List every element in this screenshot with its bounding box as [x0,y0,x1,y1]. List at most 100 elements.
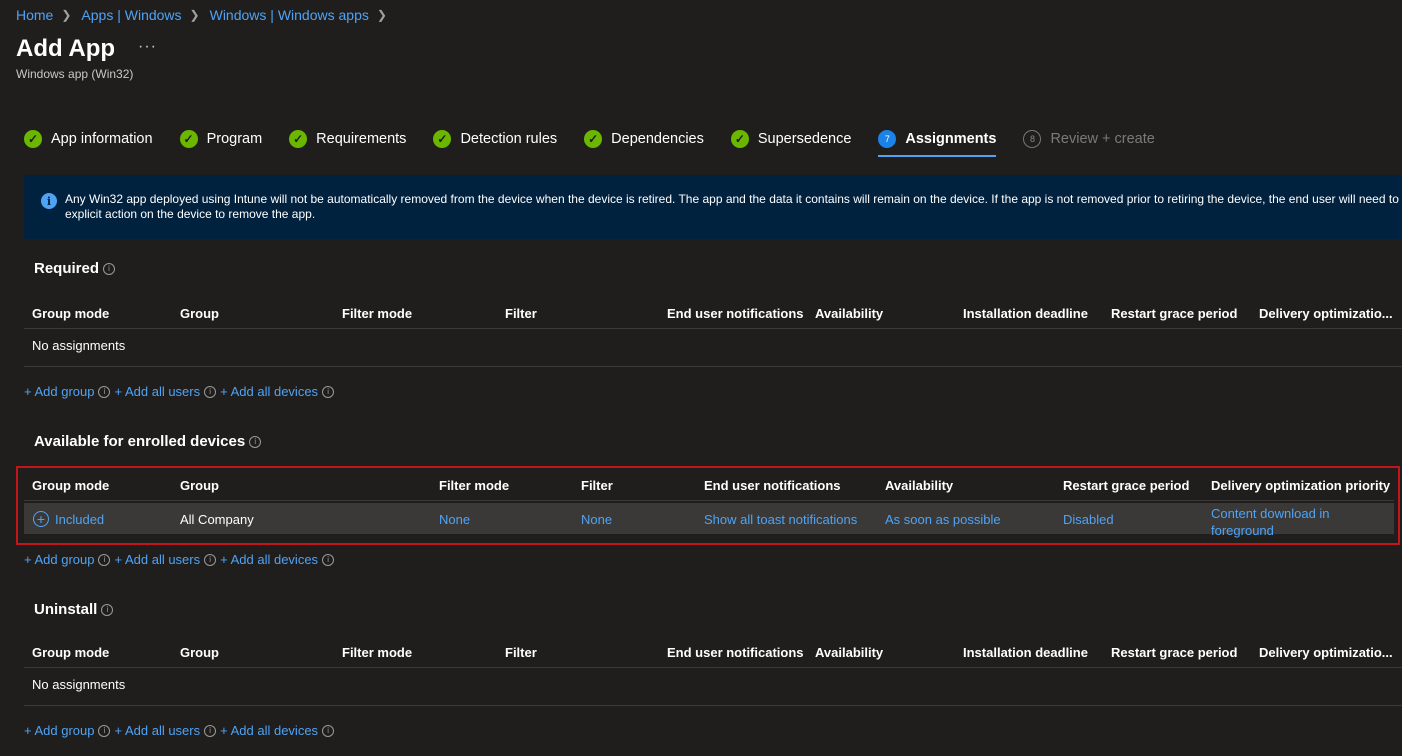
filter-mode-link[interactable]: None [439,512,470,527]
uninstall-table-header: Group mode Group Filter mode Filter End … [24,637,1402,668]
breadcrumb-home[interactable]: Home [16,7,53,23]
col-filter[interactable]: Filter [505,306,537,321]
checkmark-icon: ✓ [289,130,308,148]
col-group-mode[interactable]: Group mode [32,306,109,321]
available-table-header: Group mode Group Filter mode Filter End … [24,470,1394,501]
step-label: Dependencies [611,131,704,147]
add-group-button[interactable]: + Add group [24,723,94,738]
col-end-user-notifications[interactable]: End user notifications [704,478,841,493]
section-title-available: Available for enrolled devices i [34,433,262,450]
info-tooltip-icon[interactable]: i [204,553,217,566]
notifications-link[interactable]: Show all toast notifications [704,512,857,527]
breadcrumb: Home ❯ Apps | Windows ❯ Windows | Window… [16,7,397,23]
required-add-links: + Add group i + Add all users i + Add al… [24,384,338,399]
add-group-button[interactable]: + Add group [24,384,94,399]
step-review-create[interactable]: 8 Review + create [1023,128,1155,150]
add-circle-icon[interactable]: + [33,511,49,527]
divider [24,705,1402,706]
info-tooltip-icon[interactable]: i [103,262,116,275]
section-title-uninstall: Uninstall i [34,601,114,618]
step-label: Program [206,131,263,147]
col-delivery-optimization-priority[interactable]: Delivery optimization priority [1211,478,1390,493]
col-filter-mode[interactable]: Filter mode [439,478,509,493]
add-all-devices-button[interactable]: + Add all devices [220,723,318,738]
info-banner: i Any Win32 app deployed using Intune wi… [24,175,1402,239]
restart-grace-link[interactable]: Disabled [1063,512,1114,527]
add-all-users-button[interactable]: + Add all users [114,384,200,399]
info-tooltip-icon[interactable]: i [98,724,111,737]
chevron-right-icon: ❯ [376,8,387,22]
add-group-button[interactable]: + Add group [24,552,94,567]
col-restart-grace-period[interactable]: Restart grace period [1063,478,1189,493]
more-options-icon[interactable]: ··· [138,38,157,56]
info-tooltip-icon[interactable]: i [249,435,262,448]
chevron-right-icon: ❯ [61,8,72,22]
step-program[interactable]: ✓ Program [179,128,263,150]
info-tooltip-icon[interactable]: i [204,385,217,398]
uninstall-add-links: + Add group i + Add all users i + Add al… [24,723,338,738]
step-detection-rules[interactable]: ✓ Detection rules [433,128,557,150]
section-title-text: Available for enrolled devices [34,433,246,450]
step-label: Review + create [1050,131,1155,147]
col-end-user-notifications[interactable]: End user notifications [667,645,804,660]
add-all-devices-button[interactable]: + Add all devices [220,552,318,567]
col-group[interactable]: Group [180,478,219,493]
step-label: App information [51,131,153,147]
step-supersedence[interactable]: ✓ Supersedence [730,128,851,150]
col-filter[interactable]: Filter [505,645,537,660]
col-group-mode[interactable]: Group mode [32,478,109,493]
info-tooltip-icon[interactable]: i [322,553,335,566]
add-all-users-button[interactable]: + Add all users [114,723,200,738]
col-installation-deadline[interactable]: Installation deadline [963,306,1088,321]
checkmark-icon: ✓ [24,130,42,148]
step-assignments[interactable]: 7 Assignments [878,128,997,157]
breadcrumb-apps-windows[interactable]: Apps | Windows [81,7,181,23]
delivery-priority-link[interactable]: Content download in foreground [1211,505,1361,539]
step-number-icon: 8 [1023,130,1042,148]
info-banner-text: Any Win32 app deployed using Intune will… [65,192,1402,221]
group-value: All Company [180,512,254,527]
available-add-links: + Add group i + Add all users i + Add al… [24,552,338,567]
col-restart-grace-period[interactable]: Restart grace period [1111,306,1237,321]
col-filter-mode[interactable]: Filter mode [342,645,412,660]
step-label: Requirements [316,131,407,147]
table-row[interactable]: + Included All Company None None Show al… [24,503,1394,538]
info-tooltip-icon[interactable]: i [322,385,335,398]
info-tooltip-icon[interactable]: i [98,553,111,566]
step-requirements[interactable]: ✓ Requirements [289,128,406,150]
col-availability[interactable]: Availability [815,306,883,321]
col-availability[interactable]: Availability [885,478,953,493]
section-title-required: Required i [34,260,116,277]
group-mode-link[interactable]: Included [55,512,104,527]
required-empty-message: No assignments [32,338,126,353]
availability-link[interactable]: As soon as possible [885,512,1001,527]
col-availability[interactable]: Availability [815,645,883,660]
col-filter-mode[interactable]: Filter mode [342,306,412,321]
step-label: Detection rules [460,131,558,147]
col-delivery-optimization[interactable]: Delivery optimizatio... [1259,645,1393,660]
info-tooltip-icon[interactable]: i [322,724,335,737]
wizard-steps: ✓ App information ✓ Program ✓ Requiremen… [24,128,1182,157]
add-all-users-button[interactable]: + Add all users [114,552,200,567]
col-end-user-notifications[interactable]: End user notifications [667,306,804,321]
filter-link[interactable]: None [581,512,612,527]
col-installation-deadline[interactable]: Installation deadline [963,645,1088,660]
col-group-mode[interactable]: Group mode [32,645,109,660]
info-tooltip-icon[interactable]: i [204,724,217,737]
checkmark-icon: ✓ [584,130,603,148]
divider [24,366,1402,367]
col-filter[interactable]: Filter [581,478,613,493]
info-tooltip-icon[interactable]: i [98,385,111,398]
add-all-devices-button[interactable]: + Add all devices [220,384,318,399]
col-group[interactable]: Group [180,306,219,321]
col-restart-grace-period[interactable]: Restart grace period [1111,645,1237,660]
checkmark-icon: ✓ [433,130,452,148]
checkmark-icon: ✓ [179,130,198,148]
breadcrumb-windows-apps[interactable]: Windows | Windows apps [210,7,369,23]
uninstall-empty-message: No assignments [32,677,126,692]
col-group[interactable]: Group [180,645,219,660]
col-delivery-optimization[interactable]: Delivery optimizatio... [1259,306,1393,321]
step-dependencies[interactable]: ✓ Dependencies [584,128,704,150]
step-app-information[interactable]: ✓ App information [24,128,153,150]
info-tooltip-icon[interactable]: i [101,603,114,616]
